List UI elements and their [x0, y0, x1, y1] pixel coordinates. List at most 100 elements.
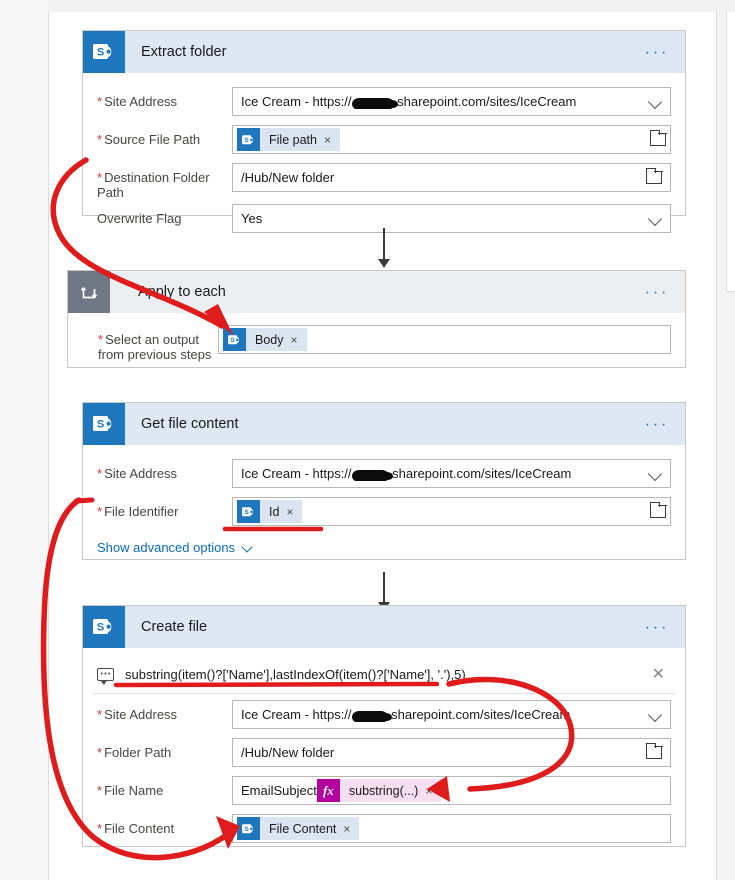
required-asterisk: * — [97, 745, 103, 760]
site-address-dropdown[interactable]: Ice Cream - https:// .sharepoint.com/site… — [232, 700, 671, 729]
redaction-blob — [351, 469, 393, 481]
token-chip-substring-expression[interactable]: fx substring(...) × — [316, 779, 442, 802]
required-asterisk: * — [97, 94, 103, 109]
folder-picker-icon[interactable] — [645, 168, 663, 184]
token-remove-icon[interactable]: × — [425, 784, 441, 798]
file-identifier-input[interactable]: S Id × — [232, 497, 671, 526]
required-asterisk: * — [97, 170, 103, 185]
action-card-get-file-content[interactable]: S Get file content ··· * Site Address Ice… — [82, 402, 686, 560]
more-options-ellipsis-icon[interactable]: ··· — [645, 415, 669, 432]
chevron-down-icon[interactable] — [649, 708, 662, 721]
required-asterisk: * — [97, 132, 103, 147]
svg-text:S: S — [230, 337, 235, 344]
card-body: * Select an output from previous steps S … — [68, 313, 685, 376]
chevron-down-icon[interactable] — [649, 212, 662, 225]
card-header[interactable]: S Extract folder ··· — [83, 31, 685, 73]
token-label: File Content — [269, 821, 337, 836]
card-header[interactable]: Apply to each ··· — [68, 271, 685, 313]
required-asterisk: * — [97, 504, 103, 519]
field-label: * File Identifier — [97, 504, 179, 519]
site-address-prefix: Ice Cream - https:// — [241, 466, 352, 481]
source-file-path-input[interactable]: S File path × — [232, 125, 671, 154]
field-label: * Site Address — [97, 707, 178, 722]
field-row-site-address: * Site Address Ice Cream - https:// .share… — [97, 459, 671, 488]
svg-text:S: S — [96, 46, 103, 58]
token-remove-icon[interactable]: × — [291, 333, 307, 347]
token-chip-id[interactable]: S Id × — [237, 500, 303, 523]
sharepoint-icon: S — [237, 128, 260, 151]
field-label: * Site Address — [97, 466, 178, 481]
show-advanced-options-link[interactable]: Show advanced options — [97, 540, 254, 555]
required-asterisk: * — [97, 821, 103, 836]
redaction-blob — [351, 97, 398, 109]
select-output-input[interactable]: S Body × — [218, 325, 671, 354]
expression-bar[interactable]: ••• substring(item()?['Name'],lastIndexO… — [93, 658, 675, 694]
token-remove-icon[interactable]: × — [286, 505, 302, 519]
site-address-suffix: .sharepoint.com/sites/IceCream — [387, 707, 571, 722]
overwrite-flag-dropdown[interactable]: Yes — [232, 204, 671, 233]
token-chip-file-content[interactable]: S File Content × — [237, 817, 360, 840]
required-asterisk: * — [97, 466, 103, 481]
token-chip-file-path[interactable]: S File path × — [237, 128, 340, 151]
action-card-extract-folder[interactable]: S Extract folder ··· * Site Address Ice C… — [82, 30, 686, 233]
field-row-file-identifier: * File Identifier S Id × — [97, 497, 671, 526]
redaction-blob — [351, 710, 392, 722]
token-remove-icon[interactable]: × — [343, 822, 359, 836]
field-label: * Select an output from previous steps — [98, 332, 212, 362]
token-label: Id — [269, 504, 280, 519]
more-options-ellipsis-icon[interactable]: ··· — [645, 43, 669, 60]
card-title: Apply to each — [138, 284, 226, 300]
field-row-select-an-output: * Select an output from previous steps S … — [98, 325, 671, 362]
field-row-folder-path: * Folder Path /Hub/New folder — [97, 738, 671, 767]
sharepoint-icon: S — [83, 31, 125, 73]
file-content-input[interactable]: S File Content × — [232, 814, 671, 843]
field-label: Overwrite Flag — [97, 211, 182, 226]
required-asterisk: * — [98, 332, 104, 347]
site-address-dropdown[interactable]: Ice Cream - https:// .sharepoint.com/site… — [232, 87, 671, 116]
file-name-input[interactable]: EmailSubject fx substring(...) × — [232, 776, 671, 805]
token-remove-icon[interactable]: × — [324, 133, 340, 147]
card-body: * Site Address Ice Cream - https:// .share… — [83, 73, 685, 247]
site-address-dropdown[interactable]: Ice Cream - https:// .sharepoint.com/site… — [232, 459, 671, 488]
token-label: Body — [255, 332, 284, 347]
chevron-down-icon[interactable] — [649, 467, 662, 480]
site-address-suffix: .sharepoint.com/sites/IceCream — [393, 94, 577, 109]
folder-picker-icon[interactable] — [649, 130, 667, 146]
card-title: Get file content — [141, 416, 239, 432]
show-advanced-options-label: Show advanced options — [97, 540, 236, 555]
close-icon[interactable]: ✕ — [640, 664, 665, 684]
folder-picker-icon[interactable] — [645, 743, 663, 759]
folder-path-input[interactable]: /Hub/New folder — [232, 738, 671, 767]
sharepoint-icon: S — [237, 817, 260, 840]
card-header[interactable]: S Create file ··· — [83, 606, 685, 648]
site-address-prefix: Ice Cream - https:// — [241, 707, 352, 722]
sharepoint-icon: S — [237, 500, 260, 523]
action-card-apply-to-each[interactable]: Apply to each ··· * Select an output from… — [67, 270, 686, 368]
folder-picker-icon[interactable] — [649, 502, 667, 518]
field-value: /Hub/New folder — [241, 170, 335, 185]
token-label: substring(...) — [348, 783, 419, 798]
chevron-down-icon[interactable] — [649, 95, 662, 108]
more-options-ellipsis-icon[interactable]: ··· — [645, 618, 669, 635]
site-address-suffix: .sharepoint.com/sites/IceCream — [388, 466, 572, 481]
site-address-prefix: Ice Cream - https:// — [241, 94, 352, 109]
svg-text:S: S — [244, 826, 249, 833]
field-label: * Destination Folder Path — [97, 170, 210, 200]
destination-folder-path-input[interactable]: /Hub/New folder — [232, 163, 671, 192]
field-row-file-name: * File Name EmailSubject fx substring(...… — [97, 776, 671, 805]
card-header[interactable]: S Get file content ··· — [83, 403, 685, 445]
field-label: * Folder Path — [97, 745, 172, 760]
fx-icon: fx — [316, 779, 340, 802]
card-title: Create file — [141, 619, 208, 635]
more-options-ellipsis-icon[interactable]: ··· — [645, 283, 669, 300]
sharepoint-icon: S — [83, 403, 125, 445]
field-label: * File Content — [97, 821, 175, 836]
expression-text: substring(item()?['Name'],lastIndexOf(it… — [125, 666, 466, 682]
action-card-create-file[interactable]: S Create file ··· ••• substring(item()?[… — [82, 605, 686, 847]
field-row-file-content: * File Content S File Content × — [97, 814, 671, 843]
token-chip-body[interactable]: S Body × — [223, 328, 307, 351]
field-value: Yes — [241, 211, 263, 226]
file-name-static-text: EmailSubject — [241, 783, 317, 798]
apply-to-each-loop-icon — [68, 271, 110, 313]
card-title: Extract folder — [141, 44, 227, 60]
